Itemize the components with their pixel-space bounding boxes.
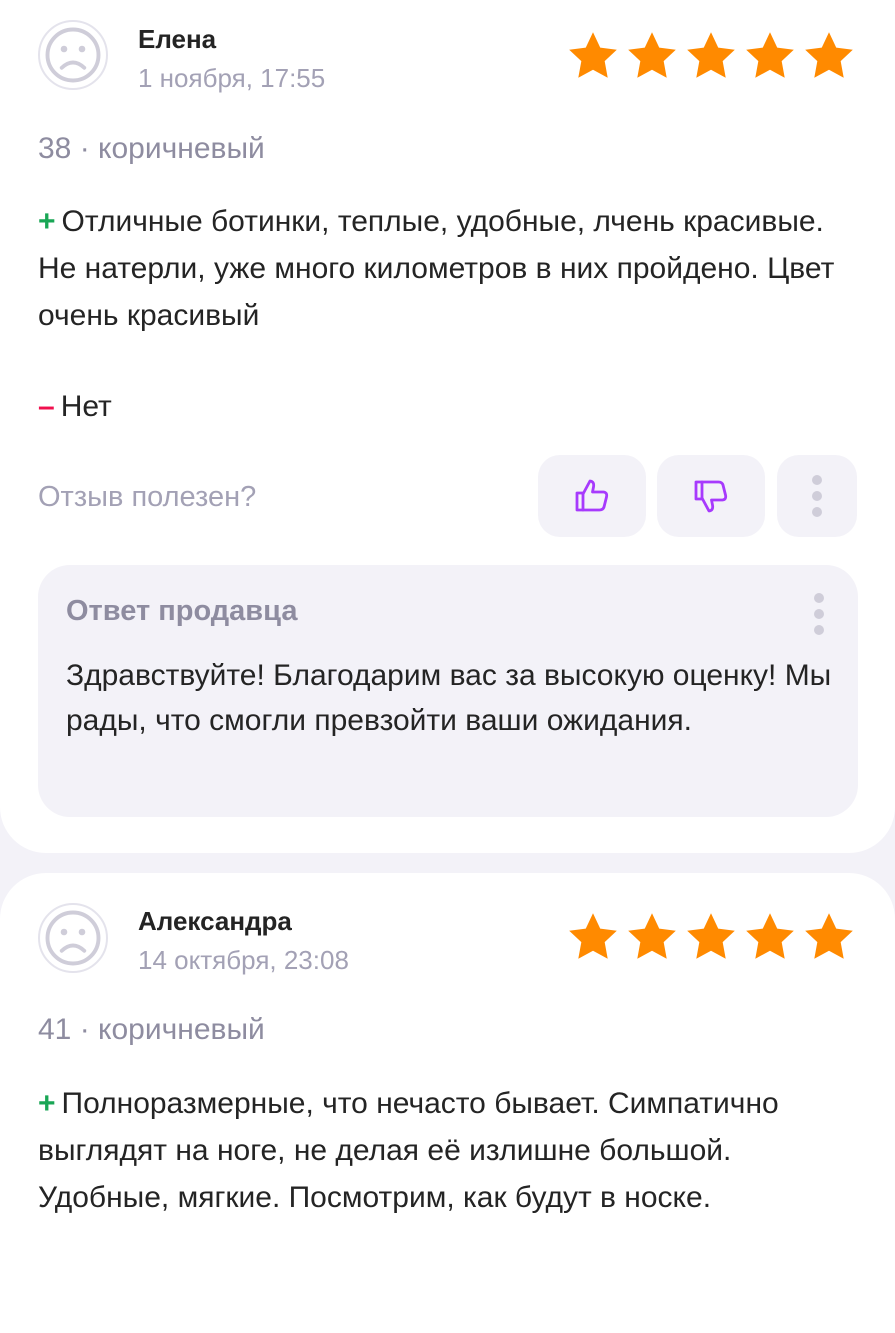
review-date: 1 ноября, 17:55: [138, 63, 326, 93]
star-icon: [742, 28, 798, 84]
more-options-button[interactable]: [777, 455, 857, 537]
review-pros: + Полноразмерные, что нечасто бывает. Сим…: [38, 1080, 838, 1221]
rating-stars: [565, 909, 857, 965]
star-icon: [565, 909, 621, 965]
star-icon: [801, 28, 857, 84]
avatar: [38, 20, 108, 90]
star-icon: [742, 909, 798, 965]
more-vertical-icon: [812, 475, 822, 517]
plus-mark: +: [38, 1087, 56, 1120]
helpful-label: Отзыв полезен?: [38, 481, 257, 513]
sad-face-icon: [43, 25, 103, 85]
seller-reply-more-button[interactable]: [814, 593, 824, 635]
review-card: Елена 1 ноября, 17:55 38 · коричневый + О…: [0, 0, 895, 853]
star-icon: [624, 28, 680, 84]
dislike-button[interactable]: [657, 455, 765, 537]
plus-mark: +: [38, 205, 56, 238]
cons-text: Нет: [60, 390, 112, 423]
seller-reply: Ответ продавца Здравствуйте! Благодарим …: [38, 565, 858, 817]
pros-text: Отличные ботинки, теплые, удобные, лчень…: [38, 205, 835, 332]
seller-reply-title: Ответ продавца: [66, 595, 298, 627]
star-icon: [801, 909, 857, 965]
more-vertical-icon: [814, 593, 824, 635]
review-date: 14 октября, 23:08: [138, 945, 349, 975]
thumbs-down-icon: [691, 476, 731, 516]
thumbs-up-icon: [572, 476, 612, 516]
minus-mark: –: [38, 390, 55, 423]
seller-reply-text: Здравствуйте! Благодарим вас за высокую …: [66, 659, 832, 737]
avatar: [38, 903, 108, 973]
star-icon: [624, 909, 680, 965]
review-pros: + Отличные ботинки, теплые, удобные, лчен…: [38, 198, 838, 339]
review-author: Александра: [138, 906, 292, 936]
size-color: 41 · коричневый: [38, 1013, 265, 1046]
star-icon: [683, 28, 739, 84]
star-icon: [683, 909, 739, 965]
pros-text: Полноразмерные, что нечасто бывает. Симп…: [38, 1087, 779, 1214]
size-color: 38 · коричневый: [38, 132, 265, 165]
review-cons: – Нет: [38, 383, 838, 430]
review-author: Елена: [138, 24, 217, 54]
star-icon: [565, 28, 621, 84]
rating-stars: [565, 28, 857, 84]
like-button[interactable]: [538, 455, 646, 537]
sad-face-icon: [43, 908, 103, 968]
review-card: Александра 14 октября, 23:08 41 · коричн…: [0, 873, 895, 1333]
